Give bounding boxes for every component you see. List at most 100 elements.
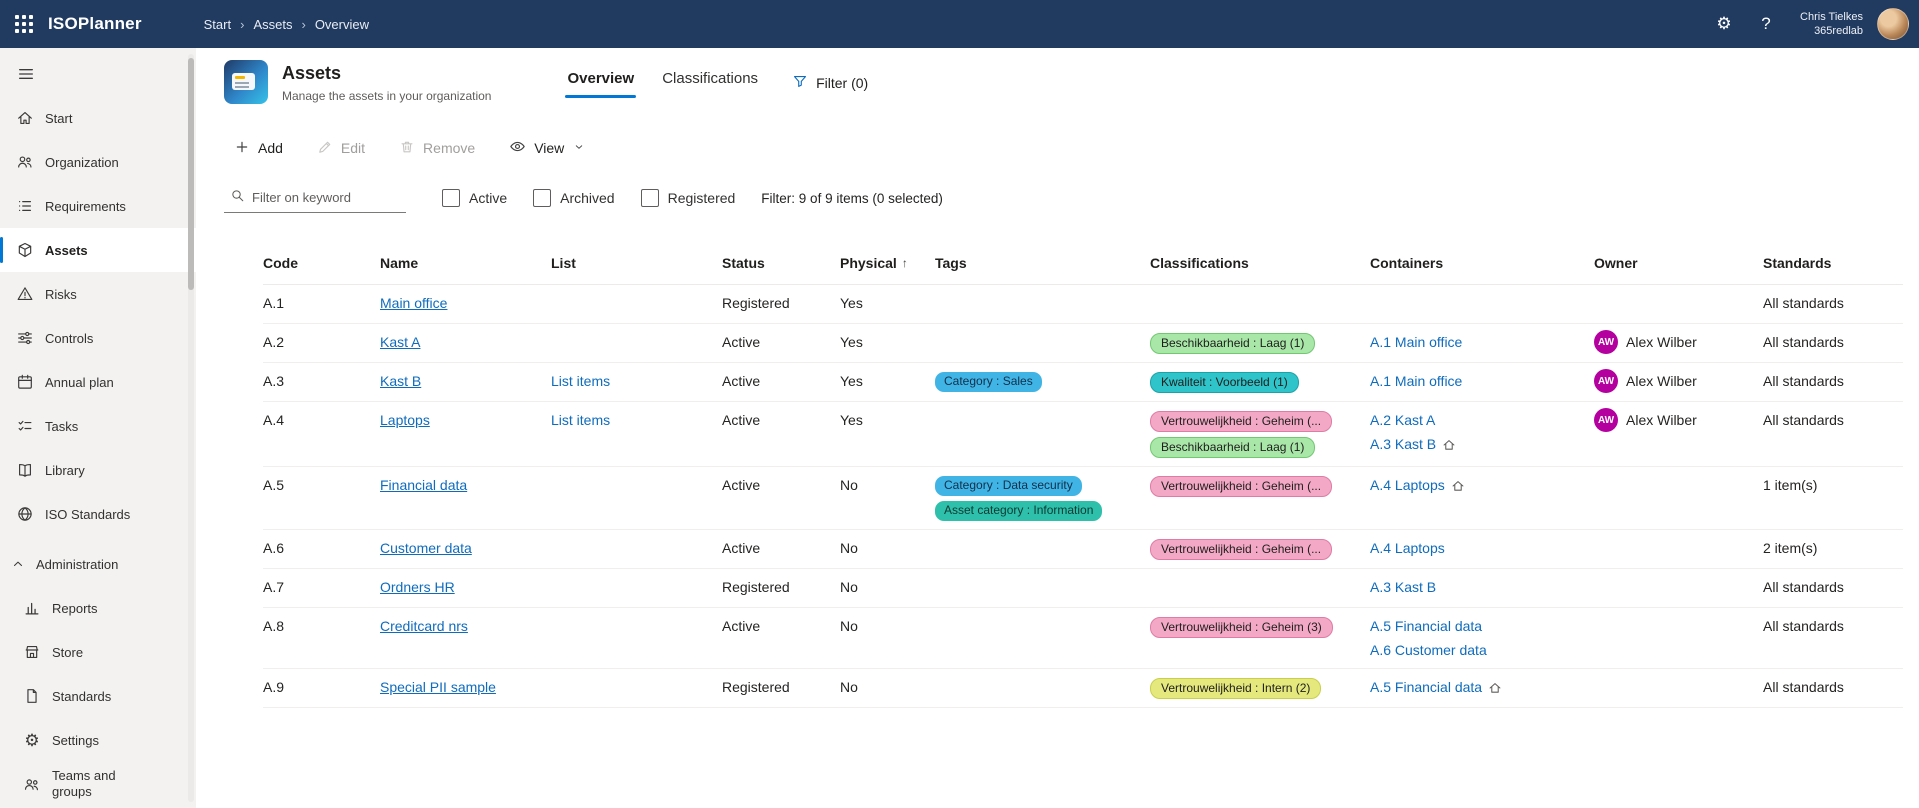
- plus-icon: [234, 139, 250, 158]
- sidebar-item-tasks[interactable]: Tasks: [0, 404, 196, 448]
- sidebar-item-teams-and-groups[interactable]: Teams and groups: [0, 762, 196, 806]
- asset-name-link[interactable]: Customer data: [380, 540, 472, 556]
- table-row[interactable]: A.1 Main office Registered Yes All standards: [263, 285, 1903, 324]
- asset-name-link[interactable]: Ordners HR: [380, 579, 455, 595]
- tab-classifications[interactable]: Classifications: [648, 60, 772, 100]
- active-checkbox[interactable]: Active: [442, 189, 507, 207]
- container-link[interactable]: A.1 Main office: [1370, 372, 1462, 391]
- keyword-filter-box[interactable]: [224, 183, 406, 213]
- asset-name-link[interactable]: Kast A: [380, 334, 420, 350]
- table-row[interactable]: A.2 Kast A Active Yes Beschikbaarheid : Laag…: [263, 324, 1903, 363]
- checkbox-box[interactable]: [640, 189, 659, 207]
- cell-classifications: Vertrouwelijkheid : Geheim (3): [1150, 617, 1370, 638]
- container-link[interactable]: A.3 Kast B: [1370, 435, 1436, 454]
- container-item: A.5 Financial data: [1370, 678, 1502, 697]
- app-launcher-icon[interactable]: [0, 0, 48, 48]
- sidebar-item-risks[interactable]: Risks: [0, 272, 196, 316]
- owner-name: Alex Wilber: [1626, 333, 1697, 350]
- sidebar-nav: Start Organization Requirements Assets R…: [0, 48, 196, 808]
- column-header-tags[interactable]: Tags: [935, 255, 1150, 271]
- table-row[interactable]: A.7 Ordners HR Registered No A.3 Kast B All s…: [263, 569, 1903, 608]
- sidebar-item-requirements[interactable]: Requirements: [0, 184, 196, 228]
- sidebar-scrollbar-thumb[interactable]: [188, 58, 194, 290]
- page-header: Assets Manage the assets in your organiz…: [224, 60, 1903, 104]
- container-link[interactable]: A.2 Kast A: [1370, 411, 1435, 430]
- column-header-name[interactable]: Name: [380, 255, 551, 271]
- sidebar-item-iso-standards[interactable]: ISO Standards: [0, 492, 196, 536]
- asset-name-link[interactable]: Creditcard nrs: [380, 618, 468, 634]
- table-row[interactable]: A.3 Kast B List items Active Yes Category : S…: [263, 363, 1903, 402]
- sidebar-item-reports[interactable]: Reports: [0, 586, 196, 630]
- remove-button[interactable]: Remove: [389, 131, 485, 166]
- sidebar-item-organization[interactable]: Organization: [0, 140, 196, 184]
- cell-physical: Yes: [840, 412, 863, 428]
- container-link[interactable]: A.5 Financial data: [1370, 617, 1482, 636]
- list-items-link[interactable]: List items: [551, 373, 610, 389]
- hamburger-menu-icon[interactable]: [0, 52, 196, 96]
- asset-name-link[interactable]: Laptops: [380, 412, 430, 428]
- checkbox-box[interactable]: [442, 189, 460, 207]
- breadcrumb-assets[interactable]: Assets: [253, 17, 292, 32]
- asset-name-link[interactable]: Kast B: [380, 373, 421, 389]
- cell-standards: All standards: [1763, 334, 1844, 350]
- table-row[interactable]: A.8 Creditcard nrs Active No Vertrouwelijkhe…: [263, 608, 1903, 669]
- column-header-owner[interactable]: Owner: [1594, 255, 1763, 271]
- container-link[interactable]: A.4 Laptops: [1370, 539, 1445, 558]
- asset-name-link[interactable]: Financial data: [380, 477, 467, 493]
- sidebar-section-administration[interactable]: Administration: [0, 542, 196, 586]
- user-avatar[interactable]: [1877, 8, 1909, 40]
- breadcrumb-start[interactable]: Start: [204, 17, 231, 32]
- table-row[interactable]: A.5 Financial data Active No Category : Data…: [263, 467, 1903, 530]
- container-link[interactable]: A.6 Customer data: [1370, 641, 1487, 660]
- checkbox-box[interactable]: [533, 189, 552, 207]
- breadcrumb-overview[interactable]: Overview: [315, 17, 369, 32]
- archived-checkbox[interactable]: Archived: [533, 189, 615, 207]
- container-item: A.6 Customer data: [1370, 641, 1487, 660]
- cell-name: Customer data: [380, 539, 551, 558]
- edit-button[interactable]: Edit: [307, 131, 375, 166]
- column-header-classifications[interactable]: Classifications: [1150, 255, 1370, 271]
- settings-gear-icon[interactable]: ⚙: [1706, 0, 1742, 48]
- trash-icon: [399, 139, 415, 158]
- owner-name: Alex Wilber: [1626, 372, 1697, 389]
- sidebar-item-library[interactable]: Library: [0, 448, 196, 492]
- cell-name: Creditcard nrs: [380, 617, 551, 636]
- asset-name-link[interactable]: Main office: [380, 295, 447, 311]
- classification-pill: Vertrouwelijkheid : Intern (2): [1150, 678, 1322, 699]
- view-button[interactable]: View: [499, 130, 595, 166]
- table-row[interactable]: A.4 Laptops List items Active Yes Vertrouweli…: [263, 402, 1903, 467]
- list-items-link[interactable]: List items: [551, 412, 610, 428]
- column-header-containers[interactable]: Containers: [1370, 255, 1594, 271]
- tab-overview[interactable]: Overview: [553, 60, 648, 100]
- asset-name-link[interactable]: Special PII sample: [380, 679, 496, 695]
- cell-classifications: Beschikbaarheid : Laag (1): [1150, 333, 1370, 354]
- column-header-standards[interactable]: Standards: [1763, 255, 1903, 271]
- table-row[interactable]: A.6 Customer data Active No Vertrouwelijkhei…: [263, 530, 1903, 569]
- sidebar-item-settings[interactable]: ⚙ Settings: [0, 718, 196, 762]
- column-header-physical[interactable]: Physical ↑: [840, 255, 935, 271]
- cell-physical: Yes: [840, 373, 863, 389]
- table-row[interactable]: A.9 Special PII sample Registered No Vertrou…: [263, 669, 1903, 708]
- container-link[interactable]: A.5 Financial data: [1370, 678, 1482, 697]
- container-link[interactable]: A.4 Laptops: [1370, 476, 1445, 495]
- column-header-list[interactable]: List: [551, 255, 722, 271]
- column-header-code[interactable]: Code: [263, 255, 380, 271]
- sidebar-item-assets[interactable]: Assets: [0, 228, 196, 272]
- sidebar-item-annual-plan[interactable]: Annual plan: [0, 360, 196, 404]
- container-link[interactable]: A.3 Kast B: [1370, 578, 1436, 597]
- user-name: Chris Tielkes: [1800, 10, 1863, 23]
- cell-status: Registered: [722, 679, 790, 695]
- column-header-status[interactable]: Status: [722, 255, 840, 271]
- sort-ascending-icon: ↑: [901, 256, 908, 270]
- add-button[interactable]: Add: [224, 131, 293, 166]
- filter-button[interactable]: Filter (0): [782, 67, 878, 98]
- help-icon[interactable]: ?: [1748, 0, 1784, 48]
- keyword-filter-input[interactable]: [252, 190, 402, 205]
- registered-checkbox[interactable]: Registered: [640, 189, 735, 207]
- sidebar-item-store[interactable]: Store: [0, 630, 196, 674]
- cell-containers: A.1 Main office: [1370, 372, 1594, 391]
- sidebar-item-standards[interactable]: Standards: [0, 674, 196, 718]
- sidebar-item-controls[interactable]: Controls: [0, 316, 196, 360]
- container-link[interactable]: A.1 Main office: [1370, 333, 1462, 352]
- sidebar-item-start[interactable]: Start: [0, 96, 196, 140]
